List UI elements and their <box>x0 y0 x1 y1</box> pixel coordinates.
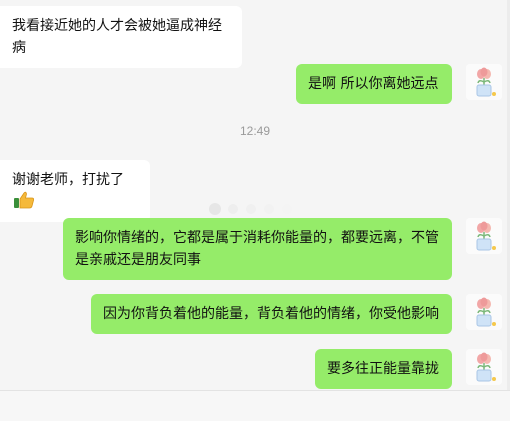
message-bubble-outgoing[interactable]: 要多往正能量靠拢 <box>315 349 452 389</box>
input-toolbar[interactable] <box>0 390 510 421</box>
message-bubble-outgoing[interactable]: 影响你情绪的，它都是属于消耗你能量的，都要远离，不管是亲戚还是朋友同事 <box>63 218 452 280</box>
avatar[interactable] <box>466 218 502 254</box>
message-text: 要多往正能量靠拢 <box>327 361 439 377</box>
message-bubble-outgoing[interactable]: 因为你背负着他的能量，背负着他的情绪，你受他影响 <box>91 294 452 334</box>
message-text: 我看接近她的人才会被她逼成神经病 <box>12 18 222 56</box>
message-text: 是啊 所以你离她远点 <box>308 76 439 92</box>
loading-dots-icon <box>209 203 292 215</box>
loading-indicator <box>208 201 298 215</box>
avatar[interactable] <box>466 349 502 385</box>
message-text: 谢谢老师，打扰了 <box>12 172 124 188</box>
message-bubble-incoming[interactable]: 我看接近她的人才会被她逼成神经病 <box>0 6 242 68</box>
avatar[interactable] <box>466 294 502 330</box>
timestamp: 12:49 <box>239 124 271 138</box>
flower-pot-avatar-icon <box>466 218 502 254</box>
chat-message-area[interactable]: 我看接近她的人才会被她逼成神经病 是啊 所以你离她远点 12:49 谢谢老师，打… <box>0 0 510 390</box>
message-bubble-outgoing[interactable]: 是啊 所以你离她远点 <box>296 64 452 104</box>
flower-pot-avatar-icon <box>466 349 502 385</box>
avatar[interactable] <box>466 64 502 100</box>
flower-pot-avatar-icon <box>466 294 502 330</box>
message-text: 因为你背负着他的能量，背负着他的情绪，你受他影响 <box>103 306 439 322</box>
flower-pot-avatar-icon <box>466 64 502 100</box>
message-text: 影响你情绪的，它都是属于消耗你能量的，都要远离，不管是亲戚还是朋友同事 <box>75 230 439 268</box>
message-bubble-incoming[interactable]: 谢谢老师，打扰了 <box>0 160 150 222</box>
thumbs-up-icon <box>13 191 35 209</box>
